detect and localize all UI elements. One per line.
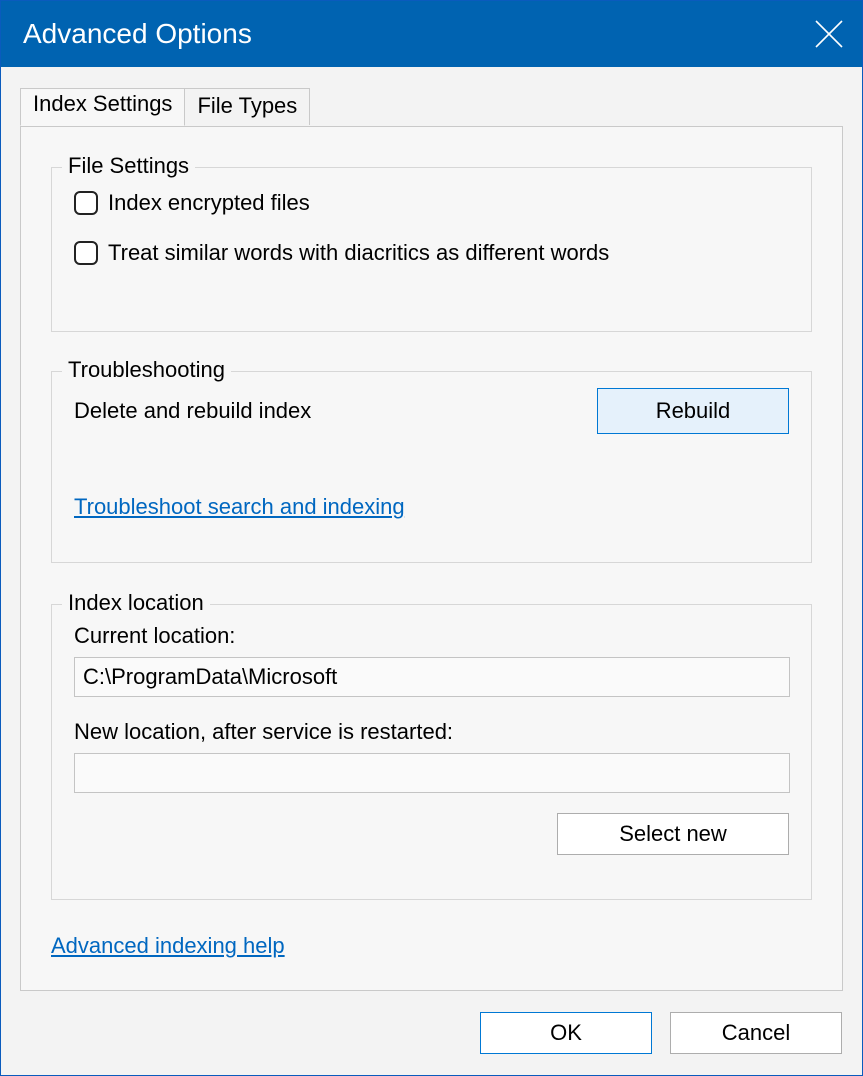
delete-rebuild-label: Delete and rebuild index	[74, 398, 311, 424]
new-location-field	[74, 753, 790, 793]
advanced-options-dialog: Advanced Options Index Settings File Typ…	[0, 0, 863, 1076]
diacritics-row[interactable]: Treat similar words with diacritics as d…	[74, 240, 609, 266]
rebuild-button[interactable]: Rebuild	[597, 388, 789, 434]
close-button[interactable]	[814, 19, 844, 49]
tab-file-types[interactable]: File Types	[184, 88, 310, 125]
file-settings-legend: File Settings	[62, 153, 195, 179]
troubleshooting-legend: Troubleshooting	[62, 357, 231, 383]
close-icon	[814, 19, 844, 49]
current-location-field: C:\ProgramData\Microsoft	[74, 657, 790, 697]
current-location-label: Current location:	[74, 623, 235, 649]
select-new-button-label: Select new	[619, 821, 727, 847]
ok-button-label: OK	[550, 1020, 582, 1046]
tab-index-settings[interactable]: Index Settings	[20, 88, 185, 126]
troubleshoot-link-text: Troubleshoot search and indexing	[74, 494, 405, 519]
troubleshoot-link[interactable]: Troubleshoot search and indexing	[74, 494, 405, 520]
tab-strip: Index Settings File Types	[20, 87, 309, 125]
file-settings-group: File Settings Index encrypted files Trea…	[51, 167, 812, 332]
diacritics-label: Treat similar words with diacritics as d…	[108, 240, 609, 266]
rebuild-button-label: Rebuild	[656, 398, 731, 424]
new-location-label: New location, after service is restarted…	[74, 719, 453, 745]
client-area: Index Settings File Types File Settings …	[1, 67, 862, 1075]
titlebar: Advanced Options	[1, 1, 862, 67]
dialog-footer: OK Cancel	[1, 991, 862, 1075]
advanced-help-link[interactable]: Advanced indexing help	[51, 933, 285, 959]
diacritics-checkbox[interactable]	[74, 241, 98, 265]
index-encrypted-checkbox[interactable]	[74, 191, 98, 215]
tab-label: Index Settings	[33, 91, 172, 116]
cancel-button-label: Cancel	[722, 1020, 790, 1046]
index-encrypted-label: Index encrypted files	[108, 190, 310, 216]
index-location-legend: Index location	[62, 590, 210, 616]
window-title: Advanced Options	[23, 18, 252, 50]
ok-button[interactable]: OK	[480, 1012, 652, 1054]
tab-pane-index-settings: File Settings Index encrypted files Trea…	[20, 126, 843, 991]
troubleshooting-group: Troubleshooting Delete and rebuild index…	[51, 371, 812, 563]
tab-label: File Types	[197, 93, 297, 118]
advanced-help-link-text: Advanced indexing help	[51, 933, 285, 958]
index-location-group: Index location Current location: C:\Prog…	[51, 604, 812, 900]
select-new-button[interactable]: Select new	[557, 813, 789, 855]
current-location-value: C:\ProgramData\Microsoft	[83, 664, 337, 690]
cancel-button[interactable]: Cancel	[670, 1012, 842, 1054]
index-encrypted-row[interactable]: Index encrypted files	[74, 190, 310, 216]
